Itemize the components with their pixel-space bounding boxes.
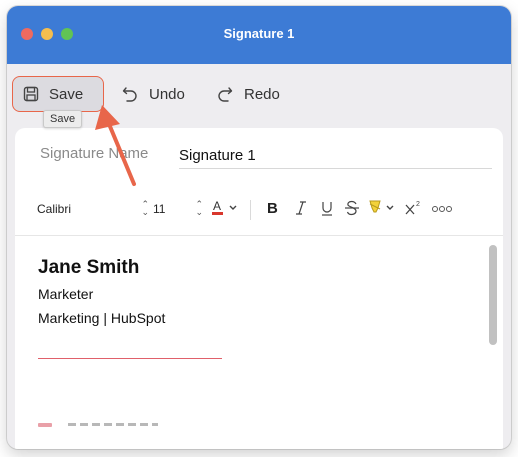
floppy-disk-icon	[23, 86, 39, 102]
toolbar: Save Undo Redo	[7, 64, 511, 126]
svg-text:2: 2	[416, 201, 420, 208]
signature-name-row: Signature Name	[15, 128, 503, 184]
undo-button[interactable]: Undo	[111, 76, 195, 112]
signature-name-label: Signature Name	[40, 145, 149, 162]
redo-label: Redo	[244, 85, 280, 103]
undo-icon	[121, 85, 139, 103]
highlight-button[interactable]	[368, 198, 398, 222]
font-size-select[interactable]: 11 ⌃ ⌄	[153, 197, 203, 221]
superscript-icon: 2	[404, 199, 424, 222]
more-options-button[interactable]	[430, 198, 454, 222]
strikethrough-button[interactable]	[342, 198, 362, 222]
vertical-scrollbar[interactable]	[489, 245, 497, 345]
undo-label: Undo	[149, 85, 185, 103]
stepper-icon: ⌃ ⌄	[195, 199, 203, 217]
signature-job-title: Marketer	[38, 286, 94, 302]
superscript-button[interactable]: 2	[403, 198, 425, 222]
underline-icon	[320, 199, 334, 222]
signature-window: Signature 1 Save Undo Redo Signature Nam…	[7, 6, 511, 449]
font-family-select[interactable]: Calibri ⌃ ⌄	[37, 197, 149, 221]
signature-company: Marketing | HubSpot	[38, 310, 166, 326]
clipped-signature-line	[38, 421, 168, 427]
font-color-icon: A	[211, 198, 241, 223]
underline-button[interactable]	[317, 198, 337, 222]
signature-divider-line	[38, 358, 222, 359]
signature-name-input[interactable]	[179, 143, 492, 169]
font-size-value: 11	[153, 202, 166, 216]
strikethrough-icon	[344, 199, 360, 222]
redo-button[interactable]: Redo	[206, 76, 290, 112]
bold-icon: B	[266, 199, 280, 222]
svg-text:A: A	[213, 199, 221, 213]
more-icon	[431, 201, 453, 219]
highlighter-icon	[368, 198, 398, 223]
save-button[interactable]: Save	[12, 76, 104, 112]
save-label: Save	[49, 85, 84, 103]
title-bar: Signature 1	[7, 6, 511, 64]
save-tooltip: Save	[43, 110, 83, 128]
formatting-toolbar: Calibri ⌃ ⌄ 11 ⌃ ⌄ A B 2	[15, 184, 503, 236]
font-family-value: Calibri	[37, 202, 72, 216]
italic-button[interactable]	[291, 198, 311, 222]
bold-button[interactable]: B	[263, 198, 283, 222]
italic-icon	[294, 199, 308, 222]
toolbar-divider	[250, 200, 251, 220]
stepper-icon: ⌃ ⌄	[141, 199, 149, 217]
redo-icon	[216, 85, 234, 103]
signature-person-name: Jane Smith	[38, 257, 140, 278]
font-color-button[interactable]: A	[209, 198, 243, 222]
window-title: Signature 1	[223, 26, 295, 41]
svg-text:B: B	[267, 200, 278, 217]
signature-editor-panel: Signature Name Calibri ⌃⌄ 11 ⌃⌄ A	[15, 128, 503, 449]
signature-body-editor[interactable]: Jane Smith Marketer Marketing | HubSpot	[15, 237, 503, 449]
